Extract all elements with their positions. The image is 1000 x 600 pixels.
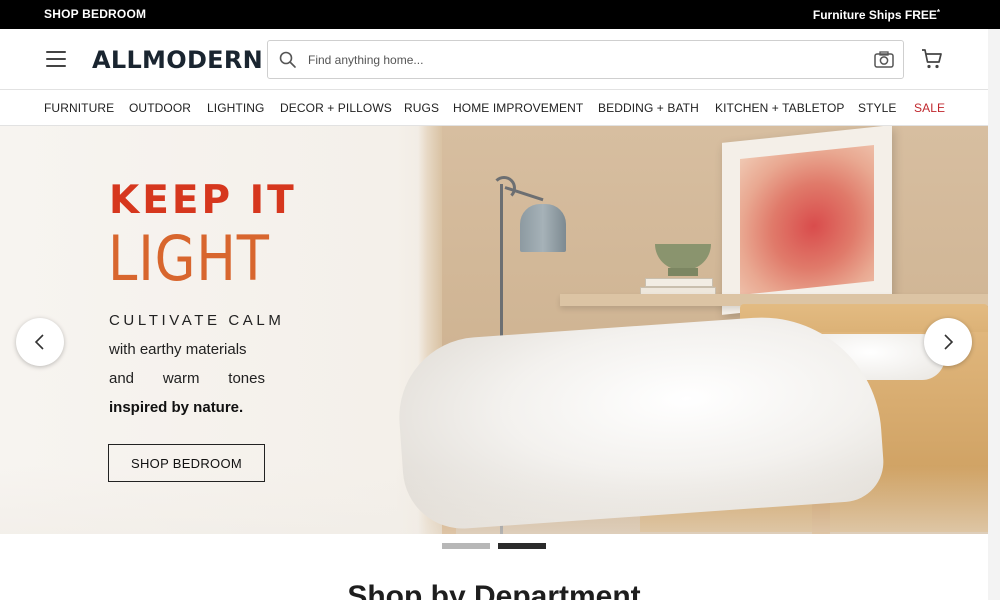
hero-image-book: [645, 278, 713, 287]
logo[interactable]: ALLMODERN: [92, 46, 263, 74]
promo-asterisk: *: [936, 8, 940, 17]
menu-icon[interactable]: [44, 48, 68, 70]
chevron-right-icon: [944, 334, 954, 350]
nav-bedding-bath[interactable]: BEDDING + BATH: [598, 101, 699, 115]
hero-copy-line: with earthy materials: [109, 341, 247, 358]
nav-style[interactable]: STYLE: [858, 101, 897, 115]
hero-image-artwork: [722, 126, 892, 315]
cart-icon[interactable]: [920, 47, 944, 71]
promo-free-shipping-text: Furniture Ships FREE: [812, 8, 937, 22]
carousel-prev-button[interactable]: [16, 318, 64, 366]
hero-image-lamp-shade: [520, 204, 566, 252]
hero-copy-emphasis: inspired by nature.: [109, 399, 244, 416]
hero-title: KEEP IT: [109, 178, 297, 223]
category-nav: FURNITURE OUTDOOR LIGHTING DECOR + PILLO…: [0, 90, 988, 125]
search-icon[interactable]: [278, 50, 298, 70]
carousel-dot[interactable]: [442, 543, 490, 549]
nav-kitchen-tabletop[interactable]: KITCHEN + TABLETOP: [715, 101, 845, 115]
hero-title-script: LIGHT: [108, 222, 270, 295]
chevron-left-icon: [34, 334, 44, 350]
nav-rugs[interactable]: RUGS: [404, 101, 439, 115]
shop-bedroom-button[interactable]: SHOP BEDROOM: [108, 444, 265, 482]
hero-copy-line: and warm tones: [109, 370, 265, 387]
hero-subtitle: CULTIVATE CALM: [109, 312, 285, 329]
promo-free-shipping-link[interactable]: Furniture Ships FREE*: [813, 8, 940, 22]
nav-home-improvement[interactable]: HOME IMPROVEMENT: [453, 101, 583, 115]
camera-icon[interactable]: [873, 49, 895, 71]
hero-banner: KEEP IT LIGHT CULTIVATE CALM with earthy…: [0, 126, 988, 534]
search-bar: [267, 40, 904, 79]
carousel-dot-active[interactable]: [498, 543, 546, 549]
hero-image-bowl-base: [668, 268, 698, 276]
promo-bar: SHOP BEDROOM Furniture Ships FREE*: [0, 0, 1000, 29]
nav-sale[interactable]: SALE: [914, 101, 945, 115]
nav-decor-pillows[interactable]: DECOR + PILLOWS: [280, 101, 392, 115]
nav-furniture[interactable]: FURNITURE: [44, 101, 114, 115]
nav-lighting[interactable]: LIGHTING: [207, 101, 264, 115]
nav-outdoor[interactable]: OUTDOOR: [129, 101, 191, 115]
search-input[interactable]: [308, 49, 848, 71]
section-heading: Shop by Department: [347, 580, 641, 600]
scrollbar-track[interactable]: [988, 29, 1000, 600]
carousel-next-button[interactable]: [924, 318, 972, 366]
promo-shop-bedroom-link[interactable]: SHOP BEDROOM: [44, 7, 146, 21]
site-header: ALLMODERN: [0, 29, 988, 89]
